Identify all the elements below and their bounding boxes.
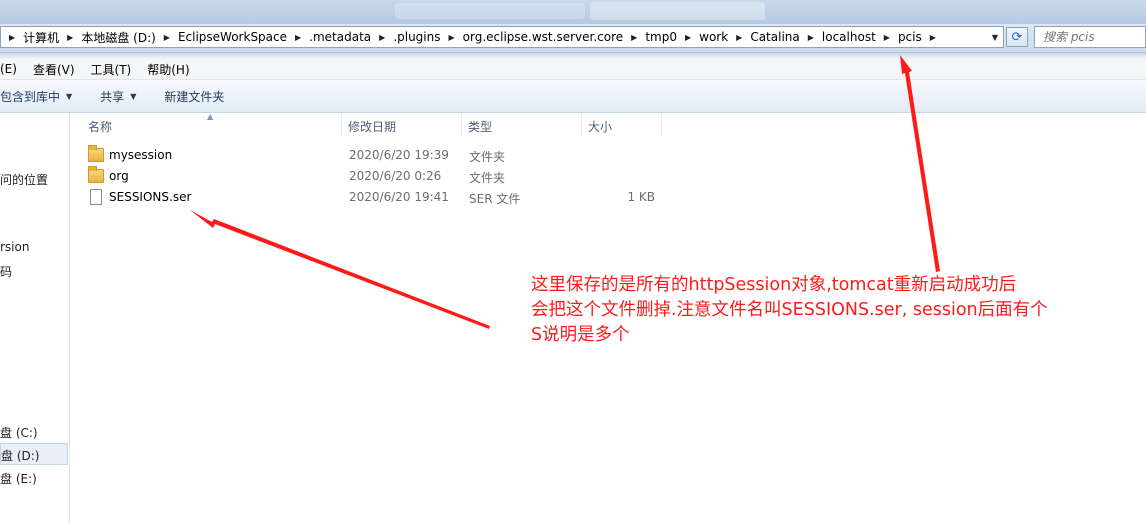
explorer-window: ▶ 计算机 ▶ 本地磁盘 (D:) ▶ EclipseWorkSpace ▶ .… [0, 0, 1146, 523]
annotation-text: 这里保存的是所有的httpSession对象,tomcat重新启动成功后 会把这… [531, 273, 1141, 348]
annotation-line: 这里保存的是所有的httpSession对象,tomcat重新启动成功后 [531, 275, 1017, 295]
arrow-to-pcis-folder [900, 55, 940, 272]
annotation-line: 会把这个文件删掉.注意文件名叫SESSIONS.ser, session后面有个 [531, 300, 1048, 320]
arrow-to-sessions-file [190, 210, 490, 329]
annotation-line: S说明是多个 [531, 325, 630, 345]
annotation-arrows [190, 55, 940, 329]
